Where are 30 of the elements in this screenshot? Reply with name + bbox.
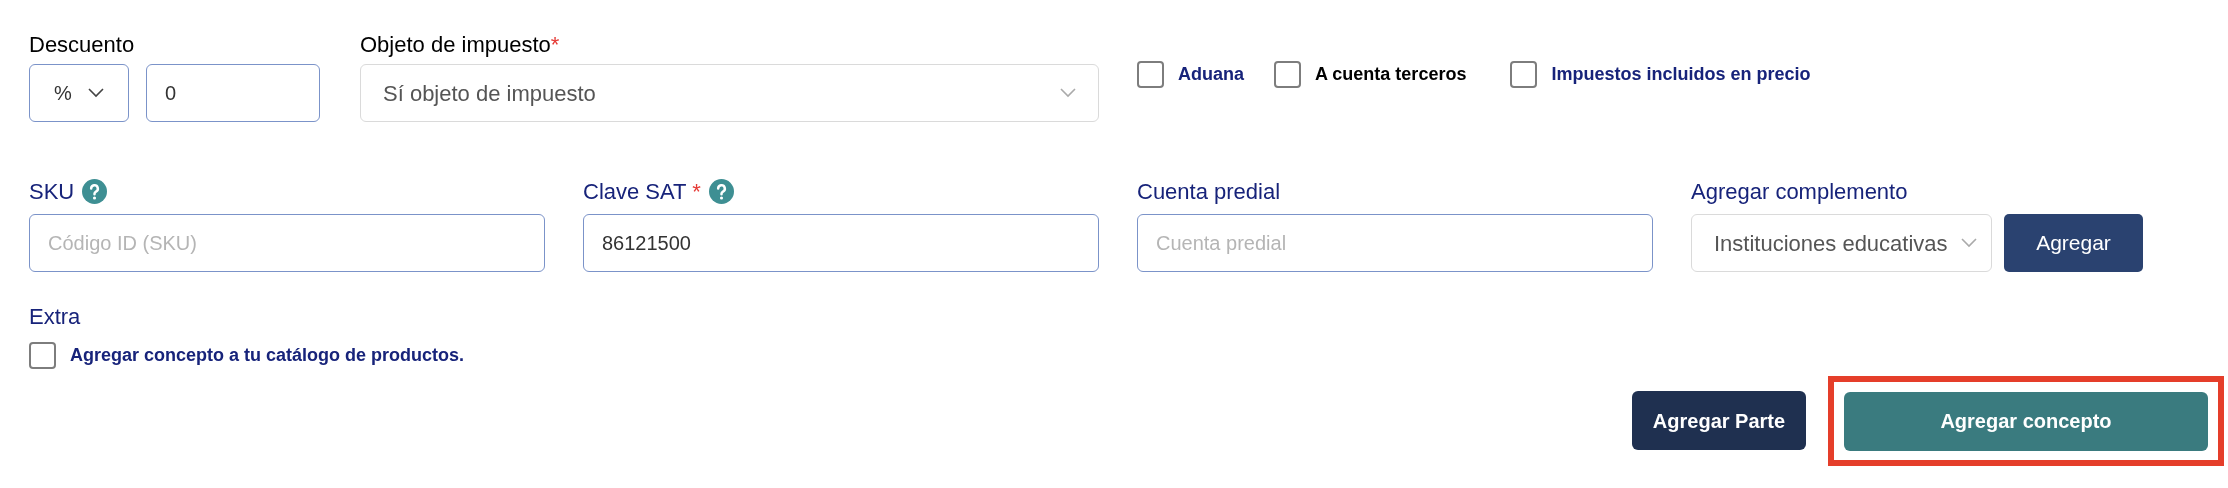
checkbox[interactable] xyxy=(1137,61,1164,88)
action-button[interactable]: Agregar Parte xyxy=(1632,391,1806,450)
chevron-down-icon xyxy=(1961,238,1977,248)
chevron-down-icon xyxy=(88,88,104,98)
field-label: Agregar complemento xyxy=(1691,177,1908,206)
help-icon[interactable] xyxy=(708,178,734,204)
field-label: Objeto de impuesto* xyxy=(360,31,561,58)
discount-amount-field[interactable]: 0 xyxy=(146,64,320,122)
section-label: Extra xyxy=(29,303,81,330)
discount-type-select[interactable]: % xyxy=(29,64,129,122)
text-field[interactable]: 86121500 xyxy=(583,214,1099,272)
text-field[interactable]: Cuenta predial xyxy=(1137,214,1653,272)
checkbox-label: Agregar concepto a tu catálogo de productos. xyxy=(70,344,465,367)
field-label: Cuenta predial xyxy=(1137,177,1281,206)
add-button[interactable]: Agregar xyxy=(2004,214,2143,272)
field-label: SKU xyxy=(29,177,75,206)
help-icon[interactable] xyxy=(82,178,108,204)
action-button[interactable]: Agregar concepto xyxy=(1844,391,2208,451)
field-label: Clave SAT * xyxy=(583,177,701,206)
chevron-down-icon xyxy=(1060,88,1076,98)
field-label: Descuento xyxy=(29,31,136,58)
complement-select[interactable]: Instituciones educativas xyxy=(1691,214,1992,272)
checkbox[interactable] xyxy=(1274,61,1301,88)
checkbox-label: Aduana xyxy=(1178,63,1244,86)
tax-object-select[interactable]: Sí objeto de impuesto xyxy=(360,64,1099,122)
checkbox[interactable] xyxy=(1510,61,1538,88)
checkbox-label: A cuenta terceros xyxy=(1315,63,1467,86)
checkbox[interactable] xyxy=(29,342,56,369)
checkbox-label: Impuestos incluidos en precio xyxy=(1551,63,1811,86)
text-field[interactable]: Código ID (SKU) xyxy=(29,214,545,272)
